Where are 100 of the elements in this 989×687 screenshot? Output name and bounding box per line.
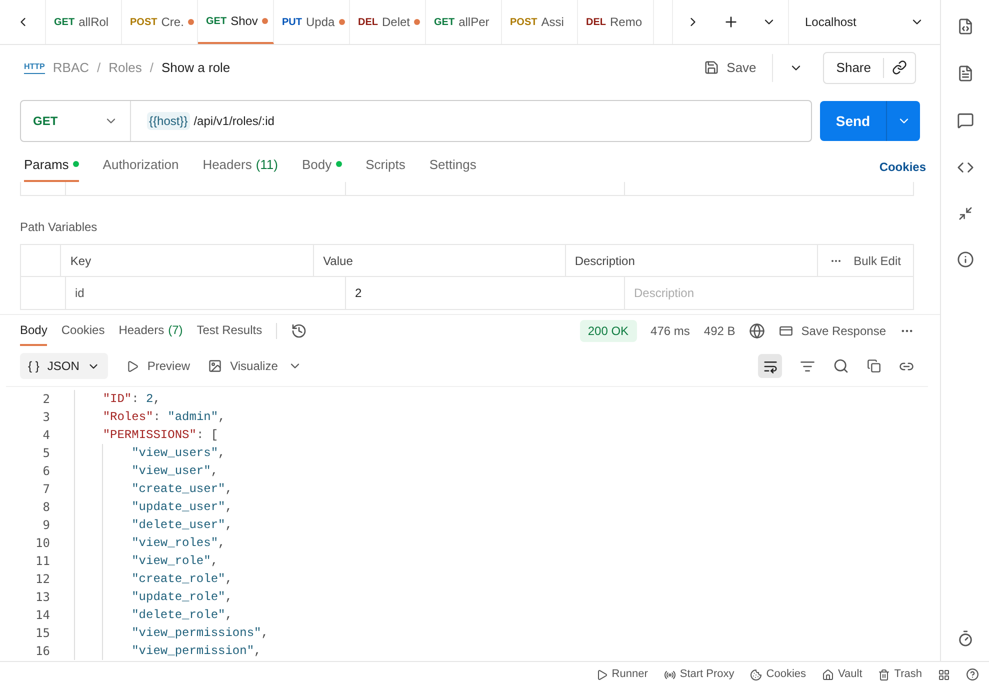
- code-line: "create_role",: [130, 571, 232, 588]
- breadcrumb-separator: /: [97, 58, 101, 77]
- visualize-button[interactable]: Visualize: [208, 357, 278, 375]
- code-file-icon[interactable]: [956, 18, 974, 35]
- line-number: 3: [42, 409, 51, 426]
- code-line: "view_role",: [130, 553, 218, 570]
- code-line: "view_permissions",: [130, 625, 268, 642]
- response-tab[interactable]: Body: [20, 315, 48, 346]
- code-line: "create_user",: [130, 481, 232, 498]
- response-tab[interactable]: Cookies: [61, 315, 105, 346]
- info-icon[interactable]: [956, 251, 974, 268]
- comment-icon[interactable]: [956, 112, 974, 129]
- status-bar-item[interactable]: Runner: [596, 666, 648, 683]
- line-number: 8: [42, 499, 51, 516]
- vault-icon: [822, 668, 834, 680]
- status-bar-item[interactable]: Cookies: [750, 666, 806, 683]
- preview-button[interactable]: Preview: [126, 357, 190, 375]
- wrap-icon: [762, 358, 778, 374]
- description-field[interactable]: Description: [625, 277, 913, 309]
- breadcrumb-item[interactable]: Roles: [108, 58, 142, 78]
- code-line: "PERMISSIONS": [: [102, 427, 218, 444]
- request-section-tab[interactable]: Params: [24, 154, 79, 182]
- key-cell-text: id: [75, 285, 84, 302]
- document-icon[interactable]: [956, 65, 974, 82]
- play-icon: [126, 360, 140, 372]
- method-label: POST: [130, 16, 158, 30]
- response-tab[interactable]: Headers (7): [118, 315, 183, 346]
- line-number: 7: [42, 481, 51, 498]
- request-tab[interactable]: POST Cre.: [122, 0, 198, 44]
- response-time: 476 ms: [650, 322, 690, 340]
- save-button[interactable]: Save: [696, 58, 764, 78]
- cookies-icon: [750, 668, 762, 680]
- line-number: 4: [42, 427, 51, 444]
- section-title: Path Variables: [19, 219, 98, 236]
- code-line: "update_role",: [130, 589, 232, 606]
- line-number: 11: [34, 553, 51, 570]
- method-label: GET: [434, 16, 455, 30]
- status-bar-item[interactable]: Start Proxy: [664, 666, 734, 683]
- code-line: "view_roles",: [130, 535, 226, 552]
- line-number: 14: [34, 607, 51, 624]
- timer-icon[interactable]: [956, 630, 974, 647]
- request-section-tab[interactable]: Authorization: [102, 154, 179, 182]
- method-selector[interactable]: GET: [21, 101, 131, 141]
- image-icon: [208, 359, 222, 373]
- breadcrumb-item[interactable]: RBAC: [52, 58, 90, 78]
- line-number: 5: [42, 445, 51, 462]
- url-field[interactable]: {{host}} /api/v1/roles/:id: [131, 112, 811, 130]
- line-number: 10: [34, 535, 51, 552]
- request-tab[interactable]: GET allPer: [426, 0, 502, 44]
- line-number: 16: [34, 643, 51, 660]
- column-header: Description: [574, 252, 635, 270]
- history-icon[interactable]: [291, 322, 308, 338]
- request-tab[interactable]: POST Assi: [502, 0, 578, 44]
- code-line: "view_users",: [130, 445, 226, 462]
- request-tab[interactable]: PUT Upda: [274, 0, 350, 44]
- card-icon: [779, 324, 794, 338]
- column-header: Value: [323, 252, 353, 270]
- globe-icon[interactable]: [749, 322, 766, 338]
- proxy-icon: [664, 668, 676, 680]
- collapse-icon[interactable]: [958, 206, 972, 221]
- code-line: "delete_role",: [130, 607, 232, 624]
- request-section-tab[interactable]: Body: [302, 154, 342, 182]
- layout-icon[interactable]: [938, 668, 950, 680]
- request-section-tab[interactable]: Settings: [429, 154, 476, 182]
- request-section-tab[interactable]: Headers (11): [202, 154, 278, 182]
- format-selector[interactable]: { } JSON: [20, 353, 108, 379]
- bulk-edit-button[interactable]: Bulk Edit: [818, 245, 913, 276]
- method-label: GET: [206, 14, 227, 28]
- request-tab[interactable]: GET Shov: [198, 0, 274, 44]
- method-label: PUT: [282, 16, 302, 30]
- request-tab[interactable]: GET allRol: [46, 0, 122, 44]
- line-number: 15: [34, 625, 51, 642]
- line-number: 12: [34, 571, 51, 588]
- status-bar-item[interactable]: Trash: [878, 666, 922, 683]
- wrap-lines-button[interactable]: [758, 354, 782, 378]
- request-section-tab[interactable]: Scripts: [366, 154, 406, 182]
- code-line: "ID": 2,: [102, 391, 160, 408]
- method-label: POST: [510, 16, 538, 30]
- trash-icon: [878, 668, 890, 680]
- help-icon[interactable]: [966, 668, 979, 681]
- line-number: 13: [34, 589, 51, 606]
- breadcrumb-item: Show a role: [162, 58, 230, 77]
- response-tab[interactable]: Test Results: [196, 315, 262, 346]
- request-tab[interactable]: DEL Remo: [578, 0, 654, 44]
- plus-icon: [723, 14, 739, 30]
- environment-selector[interactable]: Localhost: [789, 0, 940, 44]
- code-line: "update_user",: [130, 499, 232, 516]
- filter-icon[interactable]: [800, 358, 815, 374]
- request-tab[interactable]: DEL Delet: [350, 0, 426, 44]
- code-line: "Roles": "admin",: [102, 409, 226, 426]
- line-number: 9: [42, 517, 51, 534]
- search-icon[interactable]: [833, 358, 849, 374]
- column-header: Key: [70, 252, 92, 270]
- copy-icon[interactable]: [867, 359, 881, 373]
- line-number: 2: [42, 391, 51, 408]
- cookies-link[interactable]: Cookies: [879, 158, 926, 182]
- code-line: "delete_user",: [130, 517, 232, 534]
- code-line: "view_permission",: [130, 643, 262, 660]
- status-bar-item[interactable]: Vault: [822, 666, 862, 683]
- save-response-button[interactable]: Save Response: [779, 322, 886, 340]
